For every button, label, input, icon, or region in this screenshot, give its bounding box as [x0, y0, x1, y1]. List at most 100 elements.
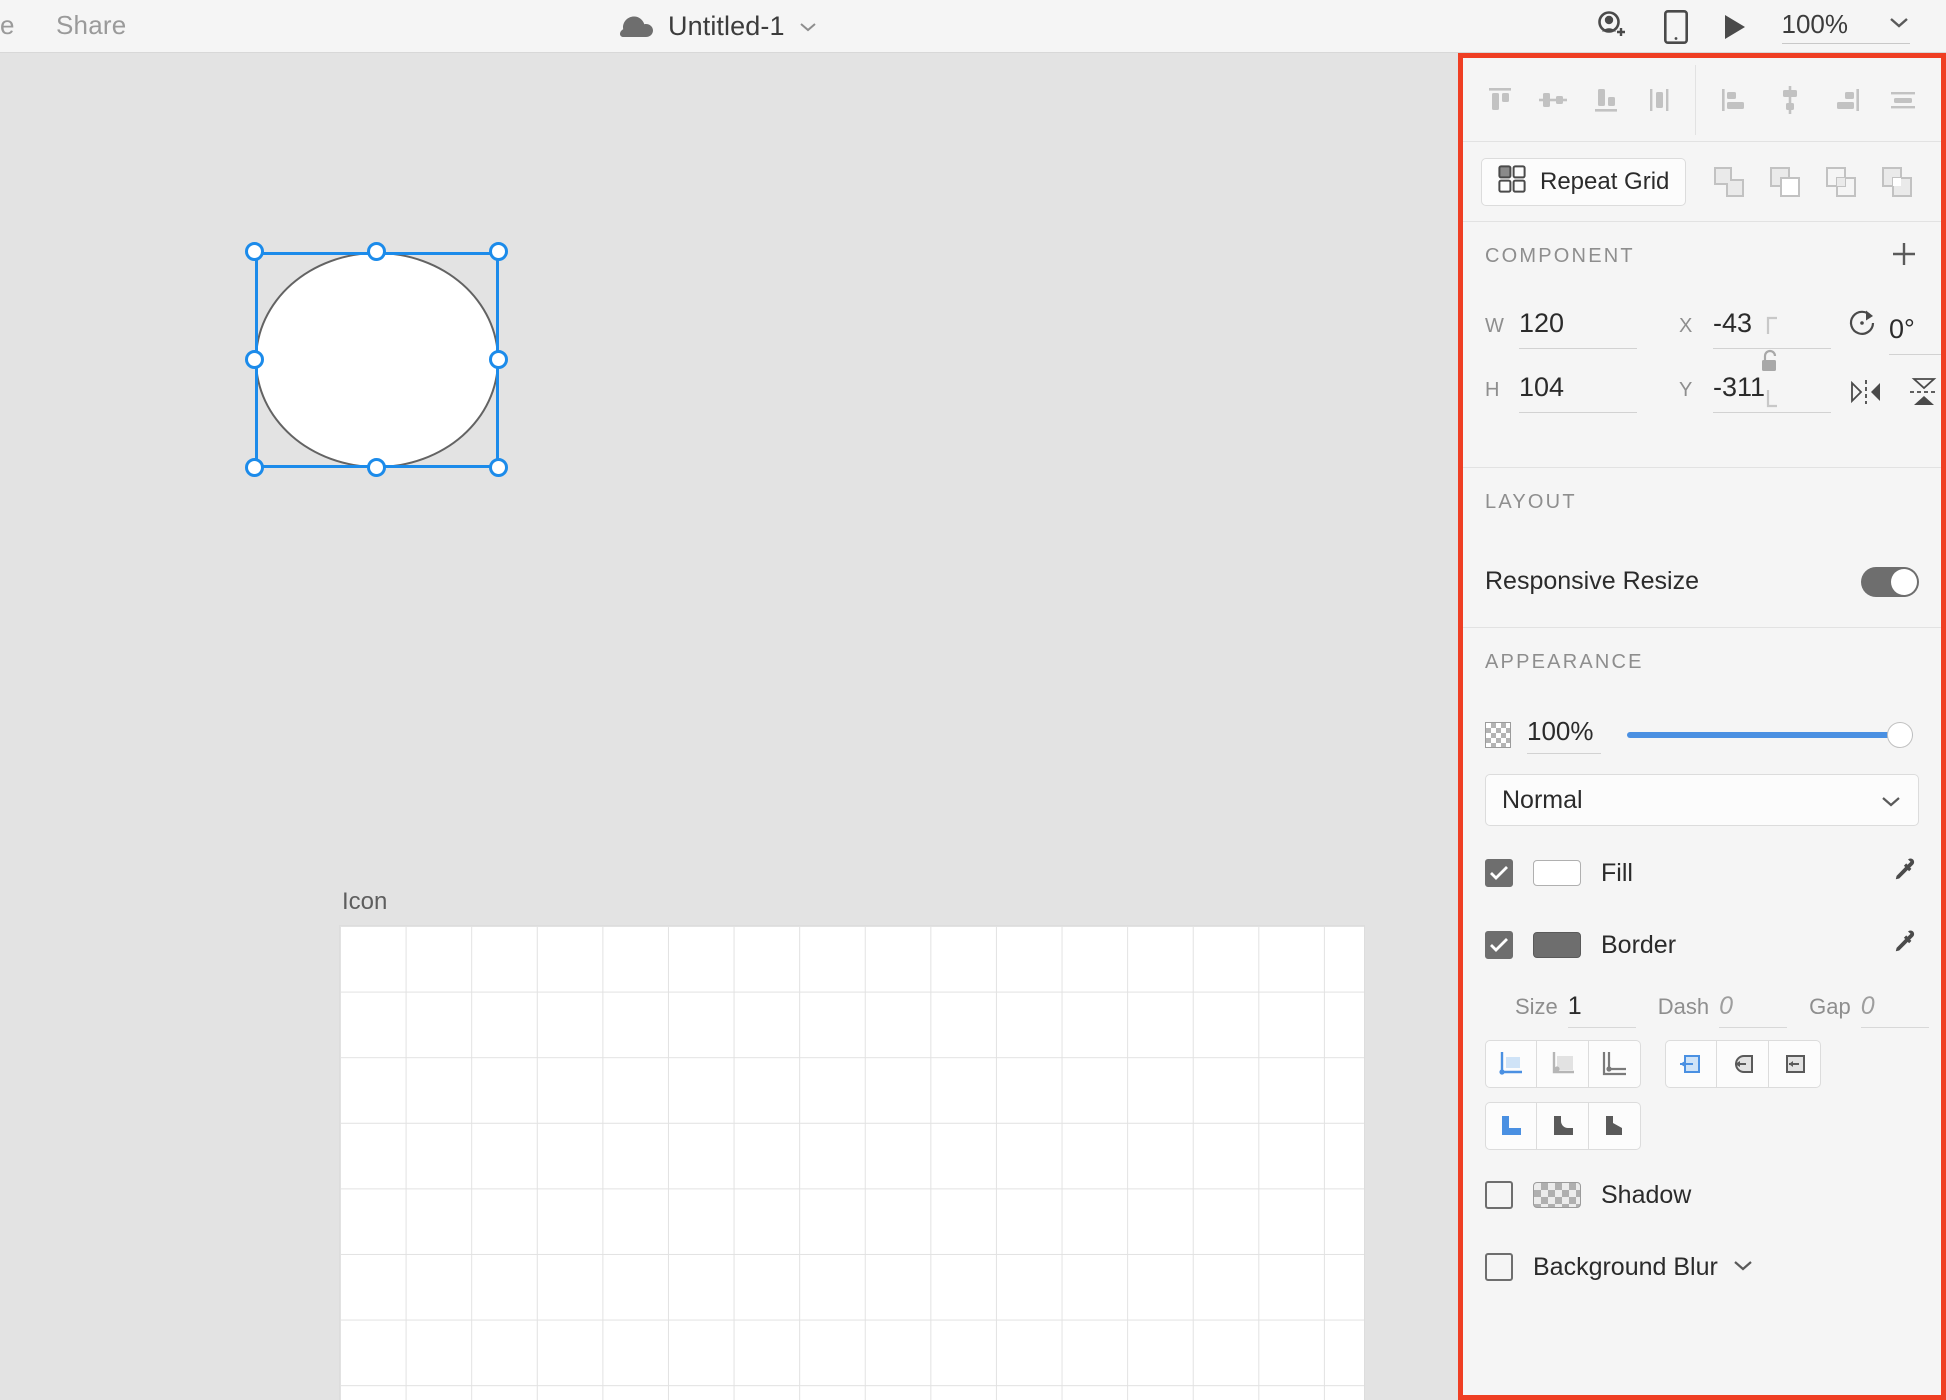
border-join-bevel-icon[interactable]	[1589, 1102, 1641, 1150]
eyedropper-icon[interactable]	[1889, 928, 1919, 963]
shadow-color-swatch[interactable]	[1533, 1182, 1581, 1208]
x-label: X	[1679, 315, 1693, 337]
zoom-control[interactable]: 100%	[1781, 9, 1910, 44]
flip-vertical-icon[interactable]	[1909, 376, 1939, 413]
background-blur-checkbox[interactable]	[1485, 1253, 1513, 1281]
property-inspector-panel: Repeat Grid COMPONENT W 120 X -43 0° H 1…	[1458, 53, 1946, 1400]
align-top-icon[interactable]	[1479, 79, 1521, 121]
border-align-center-icon[interactable]	[1537, 1040, 1589, 1088]
align-horizontal-group	[1695, 64, 1941, 135]
selected-shape-group[interactable]	[245, 242, 508, 477]
plus-icon[interactable]	[1889, 239, 1919, 274]
width-field[interactable]: W 120	[1485, 308, 1637, 349]
ellipse-shape[interactable]	[255, 252, 499, 468]
width-input[interactable]: 120	[1519, 308, 1637, 349]
alignment-toolbar	[1463, 58, 1941, 142]
chevron-down-icon[interactable]	[1732, 1258, 1754, 1277]
blend-mode-select[interactable]: Normal	[1485, 774, 1919, 826]
border-join-miter-icon[interactable]	[1485, 1102, 1537, 1150]
boolean-intersect-icon[interactable]	[1819, 160, 1863, 204]
top-right-controls: 100%	[1594, 0, 1910, 53]
blend-mode-value: Normal	[1502, 785, 1583, 814]
resize-handle-bottom-left[interactable]	[245, 458, 264, 477]
flip-horizontal-icon[interactable]	[1849, 379, 1883, 410]
distribute-horizontal-icon[interactable]	[1882, 79, 1924, 121]
fill-checkbox[interactable]	[1485, 859, 1513, 887]
resize-handle-bottom-center[interactable]	[367, 458, 386, 477]
repeat-grid-button[interactable]: Repeat Grid	[1481, 157, 1687, 206]
distribute-vertical-icon[interactable]	[1638, 79, 1680, 121]
document-title-group[interactable]: Untitled-1	[620, 0, 817, 53]
transform-row-bottom: H 104 Y -311	[1485, 372, 1937, 432]
chevron-down-icon[interactable]	[799, 21, 817, 33]
artboard-name-label[interactable]: Icon	[342, 888, 387, 916]
resize-handle-top-right[interactable]	[489, 242, 508, 261]
border-size-field[interactable]: Size 1	[1515, 992, 1636, 1028]
unlock-aspect-ratio-icon[interactable]	[1753, 312, 1787, 417]
document-title[interactable]: Untitled-1	[668, 11, 785, 42]
align-vertical-group	[1463, 79, 1695, 121]
align-bottom-icon[interactable]	[1585, 79, 1627, 121]
share-button[interactable]: Share	[56, 10, 126, 41]
shadow-checkbox[interactable]	[1485, 1181, 1513, 1209]
zoom-level-value[interactable]: 100%	[1782, 9, 1849, 40]
boolean-exclude-icon[interactable]	[1875, 160, 1919, 204]
fill-color-swatch[interactable]	[1533, 860, 1581, 886]
transform-properties: W 120 X -43 0° H 104 Y -311	[1463, 290, 1941, 468]
opacity-slider[interactable]	[1627, 722, 1913, 748]
resize-handle-bottom-right[interactable]	[489, 458, 508, 477]
border-dash-input[interactable]: 0	[1719, 992, 1788, 1028]
resize-handle-middle-left[interactable]	[245, 350, 264, 369]
transform-row-top: W 120 X -43 0°	[1485, 308, 1941, 368]
responsive-resize-toggle[interactable]	[1861, 566, 1919, 597]
align-right-icon[interactable]	[1826, 79, 1868, 121]
border-color-swatch[interactable]	[1533, 932, 1581, 958]
resize-handle-top-left[interactable]	[245, 242, 264, 261]
resize-handle-middle-right[interactable]	[489, 350, 508, 369]
resize-handle-top-center[interactable]	[367, 242, 386, 261]
height-field[interactable]: H 104	[1485, 372, 1637, 413]
border-size-dash-gap-row: Size 1 Dash 0 Gap 0	[1463, 974, 1941, 1028]
align-left-icon[interactable]	[1713, 79, 1755, 121]
width-label: W	[1485, 315, 1504, 337]
mobile-preview-icon[interactable]	[1663, 9, 1688, 44]
border-checkbox[interactable]	[1485, 931, 1513, 959]
component-section-header: COMPONENT	[1463, 222, 1941, 290]
boolean-subtract-icon[interactable]	[1763, 160, 1807, 204]
opacity-checker-icon	[1485, 722, 1511, 748]
border-align-outside-icon[interactable]	[1589, 1040, 1641, 1088]
play-preview-icon[interactable]	[1722, 13, 1748, 41]
border-gap-input[interactable]: 0	[1860, 992, 1929, 1028]
opacity-row: 100%	[1463, 696, 1941, 774]
opacity-input[interactable]: 100%	[1527, 716, 1601, 754]
align-vertical-center-icon[interactable]	[1532, 79, 1574, 121]
chevron-down-icon[interactable]	[1888, 15, 1910, 34]
border-cap-butt-icon[interactable]	[1665, 1040, 1717, 1088]
border-dash-field[interactable]: Dash 0	[1657, 992, 1788, 1028]
border-cap-square-icon[interactable]	[1769, 1040, 1821, 1088]
artboard-icon[interactable]	[339, 925, 1365, 1400]
rotate-icon	[1847, 308, 1885, 343]
border-join-group	[1485, 1102, 1641, 1150]
border-alignment-cap-row	[1463, 1028, 1941, 1088]
border-gap-field[interactable]: Gap 0	[1809, 992, 1929, 1028]
rotation-input[interactable]: 0°	[1889, 314, 1941, 355]
design-canvas[interactable]: Icon	[0, 53, 1458, 1400]
layout-section-title: LAYOUT	[1485, 490, 1577, 513]
border-cap-round-icon[interactable]	[1717, 1040, 1769, 1088]
border-dash-label: Dash	[1657, 994, 1710, 1019]
border-align-inside-icon[interactable]	[1485, 1040, 1537, 1088]
align-horizontal-center-icon[interactable]	[1769, 79, 1811, 121]
eyedropper-icon[interactable]	[1889, 856, 1919, 891]
boolean-add-icon[interactable]	[1707, 160, 1751, 204]
border-gap-label: Gap	[1809, 994, 1851, 1019]
border-cap-group	[1665, 1040, 1821, 1088]
border-join-row	[1463, 1088, 1941, 1150]
add-user-icon[interactable]	[1594, 10, 1630, 43]
opacity-slider-knob[interactable]	[1887, 722, 1913, 748]
border-size-input[interactable]: 1	[1567, 992, 1636, 1028]
border-join-round-icon[interactable]	[1537, 1102, 1589, 1150]
background-blur-label: Background Blur	[1533, 1252, 1718, 1281]
rotation-field[interactable]: 0°	[1847, 308, 1941, 355]
height-input[interactable]: 104	[1519, 372, 1637, 413]
